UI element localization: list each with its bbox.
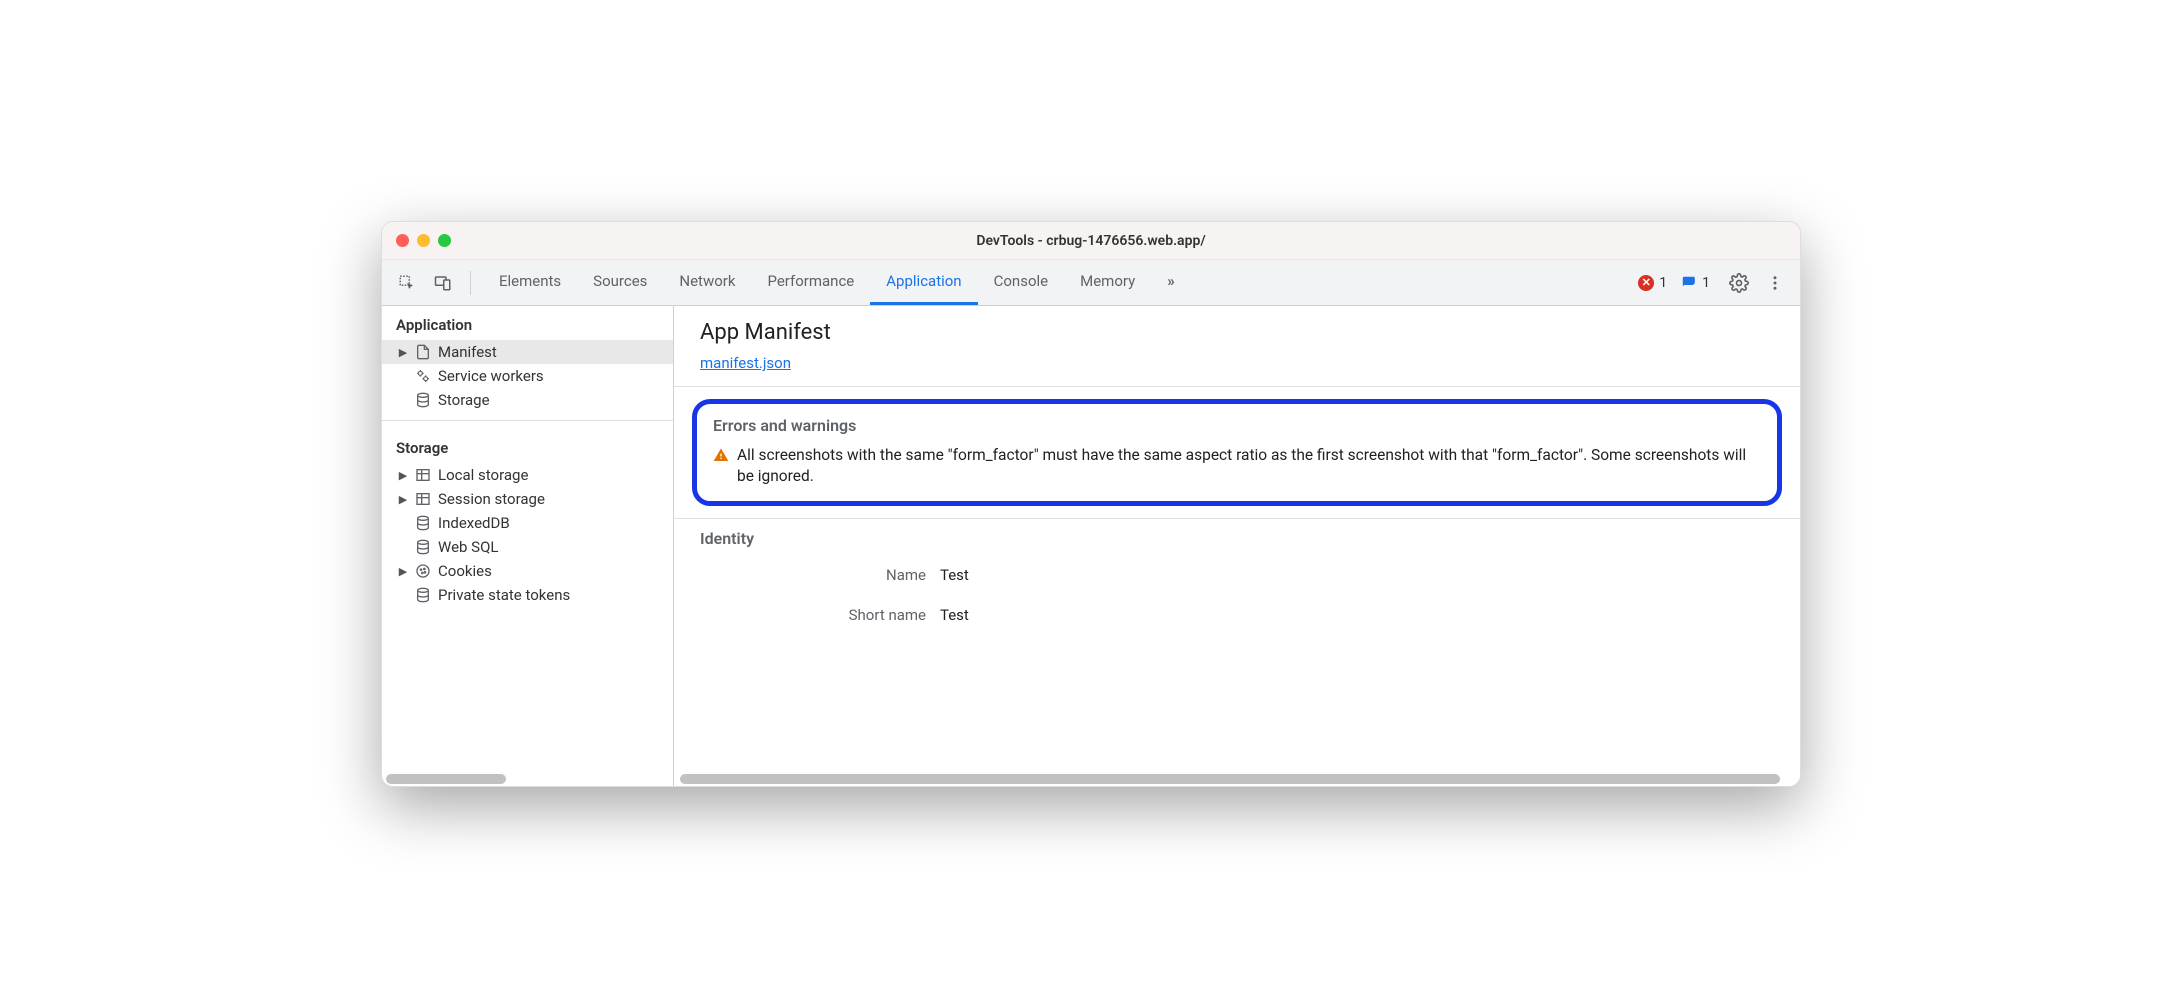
sidebar-item-indexeddb[interactable]: ▶ IndexedDB (382, 511, 673, 535)
issue-icon (1681, 275, 1697, 291)
identity-row-name: Name Test (700, 566, 1774, 584)
manifest-link[interactable]: manifest.json (700, 354, 791, 372)
panel-body: Application ▶ Manifest ▶ Service workers… (382, 306, 1800, 786)
settings-icon[interactable] (1724, 268, 1754, 298)
devtools-toolbar: Elements Sources Network Performance App… (382, 260, 1800, 306)
sidebar-divider (382, 420, 673, 421)
table-icon (414, 466, 432, 484)
sidebar-item-local-storage[interactable]: ▶ Local storage (382, 463, 673, 487)
sidebar-item-service-workers[interactable]: ▶ Service workers (382, 364, 673, 388)
chevron-right-icon: ▶ (398, 565, 408, 578)
page-title: App Manifest (700, 320, 1774, 345)
window-title: DevTools - crbug-1476656.web.app/ (382, 233, 1800, 249)
tab-sources[interactable]: Sources (577, 260, 663, 305)
errors-badge[interactable]: ✕ 1 (1638, 275, 1667, 291)
sidebar-item-label: Local storage (438, 466, 528, 484)
errors-warnings-callout: Errors and warnings All screenshots with… (692, 399, 1782, 506)
sidebar-item-label: Cookies (438, 562, 492, 580)
gears-icon (414, 367, 432, 385)
inspect-element-icon[interactable] (392, 268, 422, 298)
tab-performance[interactable]: Performance (751, 260, 870, 305)
device-toolbar-icon[interactable] (428, 268, 458, 298)
identity-value: Test (940, 606, 969, 624)
tab-application[interactable]: Application (870, 260, 977, 305)
main-horizontal-scrollbar[interactable] (674, 772, 1786, 786)
identity-row-short-name: Short name Test (700, 606, 1774, 624)
kebab-menu-icon[interactable] (1760, 268, 1790, 298)
error-count: 1 (1659, 275, 1667, 291)
status-badges: ✕ 1 1 (1638, 275, 1710, 291)
identity-key: Name (700, 566, 940, 584)
cookie-icon (414, 562, 432, 580)
sidebar-item-label: IndexedDB (438, 514, 510, 532)
errors-warnings-title: Errors and warnings (713, 416, 1761, 435)
file-icon (414, 343, 432, 361)
tabs-overflow-button[interactable]: » (1151, 260, 1191, 305)
identity-title: Identity (700, 529, 1774, 548)
minimize-window-button[interactable] (417, 234, 430, 247)
sidebar-item-label: Service workers (438, 367, 544, 385)
sidebar-item-label: Manifest (438, 343, 497, 361)
database-icon (414, 586, 432, 604)
database-icon (414, 514, 432, 532)
tab-memory[interactable]: Memory (1064, 260, 1151, 305)
database-icon (414, 538, 432, 556)
sidebar-item-private-state-tokens[interactable]: ▶ Private state tokens (382, 583, 673, 607)
devtools-window: DevTools - crbug-1476656.web.app/ Elemen… (381, 221, 1801, 787)
section-divider (674, 386, 1800, 387)
issue-count: 1 (1702, 275, 1710, 291)
table-icon (414, 490, 432, 508)
sidebar-section-storage: Storage (382, 429, 673, 463)
chevron-right-icon: ▶ (398, 346, 408, 359)
chevron-right-icon: ▶ (398, 493, 408, 506)
sidebar-item-web-sql[interactable]: ▶ Web SQL (382, 535, 673, 559)
sidebar-horizontal-scrollbar[interactable] (382, 772, 673, 786)
identity-section: Identity Name Test Short name Test (674, 519, 1800, 666)
close-window-button[interactable] (396, 234, 409, 247)
chevron-right-icon: ▶ (398, 469, 408, 482)
error-icon: ✕ (1638, 275, 1654, 291)
traffic-lights (396, 234, 451, 247)
sidebar-section-application: Application (382, 306, 673, 340)
toolbar-separator (470, 271, 471, 295)
sidebar-item-label: Session storage (438, 490, 545, 508)
tab-network[interactable]: Network (663, 260, 751, 305)
application-sidebar: Application ▶ Manifest ▶ Service workers… (382, 306, 674, 786)
database-icon (414, 391, 432, 409)
tab-console[interactable]: Console (978, 260, 1065, 305)
sidebar-item-cookies[interactable]: ▶ Cookies (382, 559, 673, 583)
tab-elements[interactable]: Elements (483, 260, 577, 305)
warning-text: All screenshots with the same "form_fact… (737, 445, 1761, 487)
sidebar-item-label: Private state tokens (438, 586, 570, 604)
sidebar-item-session-storage[interactable]: ▶ Session storage (382, 487, 673, 511)
panel-tabs: Elements Sources Network Performance App… (483, 260, 1191, 305)
identity-key: Short name (700, 606, 940, 624)
manifest-panel: App Manifest manifest.json Errors and wa… (674, 306, 1800, 786)
titlebar: DevTools - crbug-1476656.web.app/ (382, 222, 1800, 260)
sidebar-item-manifest[interactable]: ▶ Manifest (382, 340, 673, 364)
warning-icon (713, 447, 729, 463)
warning-row: All screenshots with the same "form_fact… (713, 445, 1761, 487)
issues-badge[interactable]: 1 (1681, 275, 1710, 291)
sidebar-item-label: Storage (438, 391, 490, 409)
identity-value: Test (940, 566, 969, 584)
sidebar-item-label: Web SQL (438, 538, 498, 556)
sidebar-item-storage[interactable]: ▶ Storage (382, 388, 673, 412)
maximize-window-button[interactable] (438, 234, 451, 247)
